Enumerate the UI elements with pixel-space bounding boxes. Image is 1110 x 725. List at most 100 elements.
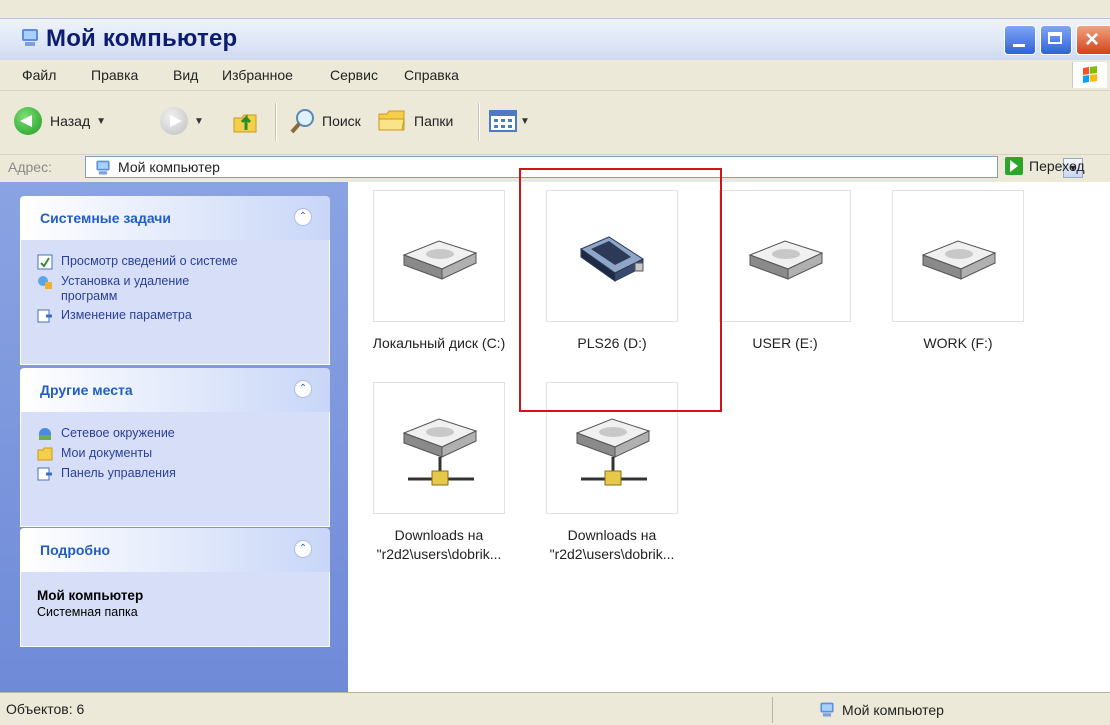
folders-icon bbox=[378, 110, 405, 131]
place-label: Сетевое окружение bbox=[61, 426, 175, 440]
address-label: Адрес: bbox=[8, 159, 52, 175]
system-info-icon bbox=[37, 254, 53, 270]
minimize-button[interactable] bbox=[1004, 25, 1036, 55]
status-location: Мой компьютер bbox=[818, 701, 944, 719]
forward-dropdown-icon[interactable]: ▼ bbox=[194, 116, 204, 127]
go-button[interactable]: Переход bbox=[1005, 157, 1085, 175]
menu-bar: Файл Правка Вид Избранное Сервис Справка bbox=[0, 60, 1110, 91]
drive-thumbnail bbox=[373, 190, 505, 322]
drive-label: Downloads на "r2d2\users\dobrik... bbox=[376, 527, 502, 562]
place-control-panel[interactable]: Панель управления bbox=[37, 466, 313, 482]
hard-drive-icon bbox=[748, 240, 824, 280]
other-places-body: Сетевое окружение Мои документы Панель у… bbox=[20, 412, 330, 527]
system-tasks-header[interactable]: Системные задачи ⌃ bbox=[20, 196, 330, 240]
up-folder-button[interactable] bbox=[230, 105, 260, 137]
my-documents-icon bbox=[37, 447, 53, 461]
file-view: Локальный диск (C:) PLS26 (D:) USER (E:)… bbox=[348, 182, 1110, 692]
drive-label: USER (E:) bbox=[752, 335, 818, 351]
address-value: Мой компьютер bbox=[118, 159, 220, 175]
folders-label: Папки bbox=[414, 113, 454, 129]
network-drive-item[interactable]: Downloads на "r2d2\users\dobrik... bbox=[354, 382, 524, 582]
drive-label: Локальный диск (C:) bbox=[372, 335, 506, 351]
other-places-panel: Другие места ⌃ Сетевое окружение Мои док… bbox=[20, 368, 330, 527]
menu-tools[interactable]: Сервис bbox=[330, 67, 378, 83]
forward-arrow-icon bbox=[160, 107, 188, 135]
task-add-remove-programs[interactable]: Установка и удаление программ bbox=[37, 274, 313, 304]
folders-button[interactable]: Папки bbox=[376, 105, 453, 137]
details-title: Подробно bbox=[40, 542, 111, 558]
place-my-documents[interactable]: Мои документы bbox=[37, 446, 313, 462]
drive-item-c[interactable]: Локальный диск (C:) bbox=[354, 190, 524, 380]
go-arrow-icon bbox=[1005, 157, 1023, 175]
menu-favorites[interactable]: Избранное bbox=[222, 67, 293, 83]
forward-button[interactable]: ▼ bbox=[160, 105, 204, 137]
hard-drive-icon bbox=[402, 240, 478, 280]
menu-view[interactable]: Вид bbox=[173, 67, 198, 83]
search-icon bbox=[290, 109, 314, 134]
search-button[interactable]: Поиск bbox=[288, 105, 361, 137]
status-location-label: Мой компьютер bbox=[842, 702, 944, 718]
my-computer-icon bbox=[22, 29, 38, 46]
menu-file[interactable]: Файл bbox=[22, 67, 56, 83]
menu-edit[interactable]: Правка bbox=[91, 67, 138, 83]
go-label: Переход bbox=[1029, 158, 1085, 174]
explorer-window: Мой компьютер × Файл Правка Вид Избранно… bbox=[0, 0, 1110, 725]
close-button[interactable]: × bbox=[1076, 25, 1110, 55]
status-separator bbox=[772, 697, 773, 723]
other-places-header[interactable]: Другие места ⌃ bbox=[20, 368, 330, 412]
details-name: Мой компьютер bbox=[37, 588, 144, 603]
drive-item-f[interactable]: WORK (F:) bbox=[873, 190, 1043, 380]
drive-item-e[interactable]: USER (E:) bbox=[700, 190, 870, 380]
drive-thumbnail bbox=[373, 382, 505, 514]
back-button[interactable]: Назад ▼ bbox=[14, 105, 106, 137]
task-label: Установка и удаление программ bbox=[61, 274, 190, 303]
up-folder-icon bbox=[233, 114, 257, 133]
task-change-setting[interactable]: Изменение параметра bbox=[37, 308, 313, 324]
control-panel-icon bbox=[37, 467, 52, 481]
network-drive-icon bbox=[402, 418, 478, 486]
close-icon: × bbox=[1085, 26, 1100, 53]
task-label: Просмотр сведений о системе bbox=[61, 254, 238, 268]
task-pane: Системные задачи ⌃ Просмотр сведений о с… bbox=[0, 182, 348, 692]
network-drive-item[interactable]: Downloads на "r2d2\users\dobrik... bbox=[527, 382, 697, 582]
task-view-system-info[interactable]: Просмотр сведений о системе bbox=[37, 254, 313, 270]
drive-thumbnail bbox=[719, 190, 851, 322]
place-network[interactable]: Сетевое окружение bbox=[37, 426, 313, 442]
back-dropdown-icon[interactable]: ▼ bbox=[96, 116, 106, 127]
toolbar: Назад ▼ ▼ Поиск Папки ▼ bbox=[0, 91, 1110, 155]
collapse-chevron-icon[interactable]: ⌃ bbox=[294, 540, 312, 558]
my-computer-icon bbox=[820, 702, 834, 717]
views-dropdown-icon[interactable]: ▼ bbox=[520, 116, 530, 127]
details-panel: Подробно ⌃ Мой компьютер Системная папка bbox=[20, 528, 330, 647]
title-bar: Мой компьютер × bbox=[0, 18, 1110, 61]
network-places-icon bbox=[39, 428, 51, 440]
window-title: Мой компьютер bbox=[46, 25, 238, 52]
details-body: Мой компьютер Системная папка bbox=[20, 572, 330, 647]
details-type: Системная папка bbox=[37, 605, 138, 619]
toolbar-separator bbox=[478, 103, 480, 141]
views-button[interactable]: ▼ bbox=[488, 105, 530, 137]
hard-drive-icon bbox=[921, 240, 997, 280]
task-label: Изменение параметра bbox=[61, 308, 192, 322]
back-label: Назад bbox=[50, 113, 91, 129]
windows-logo-icon bbox=[1072, 62, 1107, 88]
search-label: Поиск bbox=[322, 113, 361, 129]
system-tasks-body: Просмотр сведений о системе Установка и … bbox=[20, 240, 330, 365]
system-tasks-panel: Системные задачи ⌃ Просмотр сведений о с… bbox=[20, 196, 330, 365]
menu-help[interactable]: Справка bbox=[404, 67, 459, 83]
collapse-chevron-icon[interactable]: ⌃ bbox=[294, 208, 312, 226]
views-icon bbox=[489, 110, 517, 132]
highlight-annotation-box bbox=[519, 168, 722, 412]
add-remove-programs-icon bbox=[38, 276, 52, 289]
maximize-button[interactable] bbox=[1040, 25, 1072, 55]
status-object-count: Объектов: 6 bbox=[6, 701, 85, 717]
other-places-title: Другие места bbox=[40, 382, 133, 398]
toolbar-separator bbox=[275, 103, 277, 141]
place-label: Панель управления bbox=[61, 466, 176, 480]
my-computer-icon bbox=[96, 160, 110, 175]
details-header[interactable]: Подробно ⌃ bbox=[20, 528, 330, 572]
control-panel-icon bbox=[37, 309, 52, 323]
status-bar: Объектов: 6 Мой компьютер bbox=[0, 692, 1110, 725]
collapse-chevron-icon[interactable]: ⌃ bbox=[294, 380, 312, 398]
back-arrow-icon bbox=[14, 107, 42, 135]
